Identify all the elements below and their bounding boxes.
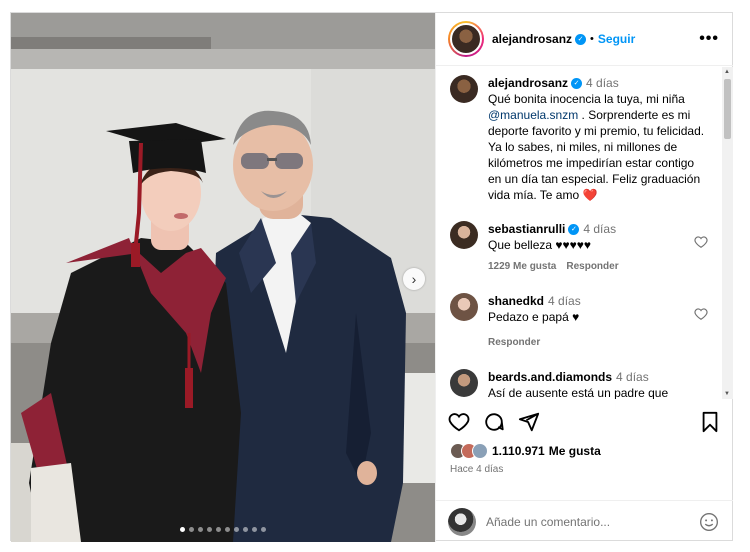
- comment-item: beards.and.diamonds 4 días Así de ausente…: [436, 369, 722, 399]
- likes-summary[interactable]: 1.110.971 Me gusta: [450, 443, 601, 459]
- post-caption: alejandrosanz ✓ 4 días Qué bonita inocenci…: [436, 67, 722, 203]
- comment-item: shanedkd 4 días Pedazo e papá ♥ Responder: [436, 293, 722, 351]
- comments-list[interactable]: alejandrosanz ✓ 4 días Qué bonita inocenci…: [436, 67, 722, 399]
- carousel-dot: [207, 527, 212, 532]
- caption-mention-link[interactable]: @manuela.snzm: [488, 108, 578, 122]
- separator-dot: •: [590, 33, 594, 45]
- post-sidebar: alejandrosanz ✓ • Seguir ••• alejandrosa…: [435, 13, 733, 542]
- save-bookmark-icon[interactable]: [700, 411, 720, 433]
- verified-badge-icon: ✓: [571, 78, 583, 90]
- carousel-dot: [252, 527, 257, 532]
- comment-meta: Responder: [488, 335, 708, 351]
- post-timestamp[interactable]: Hace 4 días: [450, 464, 503, 475]
- scroll-thumb[interactable]: [724, 79, 731, 139]
- likes-label[interactable]: Me gusta: [549, 444, 601, 458]
- verified-badge-icon: ✓: [575, 33, 587, 45]
- scroll-up-arrow-icon[interactable]: ▲: [724, 69, 730, 75]
- comment-text: Así de ausente está un padre que: [488, 386, 669, 399]
- story-ring-avatar[interactable]: [448, 21, 484, 57]
- graduation-photo-illustration: [11, 13, 435, 542]
- like-comment-heart-icon[interactable]: [694, 235, 708, 249]
- commenter-avatar[interactable]: [450, 293, 478, 321]
- commenter-avatar[interactable]: [450, 221, 478, 249]
- post-header: alejandrosanz ✓ • Seguir •••: [436, 13, 733, 66]
- carousel-dot: [234, 527, 239, 532]
- caption-avatar[interactable]: [450, 75, 478, 103]
- comment-input[interactable]: Añade un comentario...: [486, 515, 610, 529]
- instagram-post: › alejandrosanz ✓ • Seguir ••• alejandro…: [10, 12, 733, 542]
- comment-bubble-icon[interactable]: [483, 411, 505, 433]
- comments-scrollbar[interactable]: ▲ ▼: [722, 67, 733, 399]
- comment-likes-link[interactable]: 1229 Me gusta: [488, 261, 556, 272]
- follow-button[interactable]: Seguir: [598, 32, 635, 46]
- comment-meta: 1229 Me gusta Responder: [488, 259, 708, 275]
- reply-button[interactable]: Responder: [488, 337, 540, 348]
- comment-item: sebastianrulli ✓ 4 días Que belleza ♥♥♥♥♥ …: [436, 221, 722, 275]
- liker-avatar: [472, 443, 488, 459]
- more-options-icon[interactable]: •••: [699, 30, 719, 48]
- comment-username[interactable]: sebastianrulli: [488, 222, 565, 236]
- current-user-avatar: [448, 507, 476, 536]
- comment-text: Que belleza ♥♥♥♥♥: [488, 238, 592, 252]
- comment-time[interactable]: 4 días: [616, 370, 649, 384]
- post-photo[interactable]: ›: [11, 13, 435, 542]
- carousel-dot: [261, 527, 266, 532]
- carousel-dot: [180, 527, 185, 532]
- reply-button[interactable]: Responder: [566, 261, 618, 272]
- post-actions-bar: [448, 409, 720, 435]
- carousel-dot: [225, 527, 230, 532]
- comment-text: Pedazo e papá ♥: [488, 310, 580, 324]
- carousel-dots: [11, 527, 435, 532]
- carousel-next-button[interactable]: ›: [403, 268, 425, 290]
- comment-time[interactable]: 4 días: [583, 222, 616, 236]
- red-heart-emoji: ❤️: [582, 188, 598, 202]
- share-send-icon[interactable]: [518, 411, 540, 433]
- scroll-down-arrow-icon[interactable]: ▼: [724, 391, 730, 397]
- author-username[interactable]: alejandrosanz: [492, 32, 572, 46]
- caption-username[interactable]: alejandrosanz: [488, 76, 568, 90]
- commenter-avatar[interactable]: [450, 369, 478, 397]
- like-comment-heart-icon[interactable]: [694, 307, 708, 321]
- comment-username[interactable]: beards.and.diamonds: [488, 370, 612, 384]
- likes-count[interactable]: 1.110.971: [492, 444, 545, 458]
- carousel-dot: [243, 527, 248, 532]
- verified-badge-icon: ✓: [568, 224, 580, 236]
- caption-text-part1: Qué bonita inocencia la tuya, mi niña: [488, 92, 685, 106]
- add-comment-bar: Añade un comentario...: [436, 500, 733, 542]
- emoji-picker-icon[interactable]: [699, 512, 719, 532]
- carousel-dot: [189, 527, 194, 532]
- carousel-dot: [216, 527, 221, 532]
- caption-time[interactable]: 4 días: [586, 76, 619, 90]
- comment-username[interactable]: shanedkd: [488, 294, 544, 308]
- like-heart-icon[interactable]: [448, 411, 470, 433]
- comment-time[interactable]: 4 días: [548, 294, 581, 308]
- carousel-dot: [198, 527, 203, 532]
